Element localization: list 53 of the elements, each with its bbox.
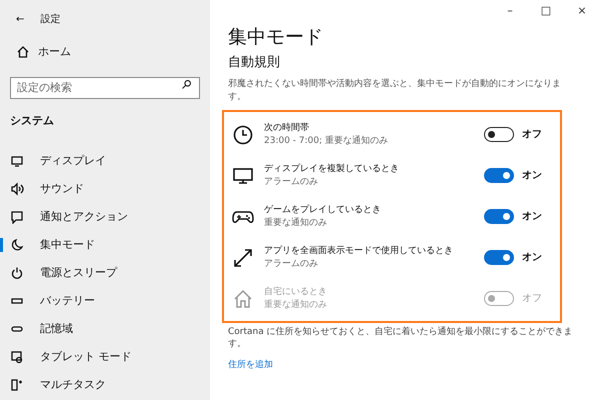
sidebar-item[interactable]: 通知とアクション (0, 203, 210, 231)
speaker-icon (10, 182, 24, 196)
diagonal-arrow-icon (232, 246, 254, 269)
sidebar-item[interactable]: バッテリー (0, 287, 210, 315)
sidebar-item[interactable]: ディスプレイ (0, 147, 210, 175)
rule-subtitle: アラームのみ (264, 258, 319, 271)
rule-title: アプリを全画面表示モードで使用しているとき (264, 244, 454, 258)
toggle-switch[interactable] (484, 209, 514, 224)
sidebar-item[interactable]: 集中モード (0, 231, 210, 259)
rule-title: ディスプレイを複製しているとき (264, 162, 400, 176)
speech-bubble-icon (10, 210, 24, 224)
power-icon (10, 266, 24, 280)
sidebar-item[interactable]: サウンド (0, 175, 210, 203)
rule-subtitle: 23:00 - 7:00; 重要な通知のみ (264, 134, 390, 148)
window-title: 設定 (40, 12, 60, 26)
minimize-button[interactable]: – (492, 0, 528, 22)
section-heading: システム (9, 112, 55, 128)
sidebar-item[interactable]: 電源とスリープ (0, 259, 210, 287)
close-button[interactable]: × (564, 0, 600, 22)
search-field[interactable]: 設定の検索 (10, 76, 200, 98)
search-icon (181, 79, 192, 90)
section-heading: 自動規則 (228, 54, 281, 72)
clock-icon (232, 124, 254, 146)
add-address-link[interactable]: 住所を追加 (228, 359, 273, 373)
toggle-state-label: オフ (522, 128, 543, 142)
home-nav-item[interactable]: ホーム (0, 38, 210, 66)
house-icon (232, 288, 254, 310)
toggle-switch[interactable] (484, 250, 514, 266)
toggle-state-label: オン (522, 169, 543, 184)
tablet-icon (10, 350, 24, 364)
moon-icon (10, 238, 24, 252)
maximize-button[interactable]: □ (528, 0, 564, 22)
back-button[interactable]: ← (16, 12, 24, 26)
page-title: 集中モード (228, 26, 324, 49)
sidebar-item[interactable]: 記憶域 (0, 315, 210, 343)
rule-title: ゲームをプレイしているとき (264, 204, 382, 217)
windows-icon (10, 378, 24, 392)
monitor-icon (10, 154, 24, 168)
rule-subtitle: アラームのみ (264, 176, 319, 189)
toggle-switch[interactable] (484, 168, 514, 184)
rule-subtitle: 重要な通知のみ (264, 216, 328, 230)
rule-title: 次の時間帯 (264, 122, 310, 135)
rule-title: 自宅にいるとき (264, 286, 328, 299)
note-text: Cortana に住所を知らせておくと、自宅に着いたら通知を最小限にすることができます。 (228, 326, 574, 350)
house-icon (16, 45, 30, 59)
sidebar-item[interactable]: タブレット モード (0, 343, 210, 371)
toggle-state-label: オン (522, 210, 543, 224)
description-text: 邪魔されたくない時間帯や活動内容を選ぶと、集中モードが自動的にオンになります。 (228, 78, 562, 104)
toggle-state-label: オフ (522, 292, 543, 306)
rule-subtitle: 重要な通知のみ (264, 298, 328, 312)
toggle-state-label: オン (522, 251, 543, 266)
toggle-switch[interactable] (484, 127, 514, 142)
sidebar-item[interactable]: マルチタスク (0, 371, 210, 399)
